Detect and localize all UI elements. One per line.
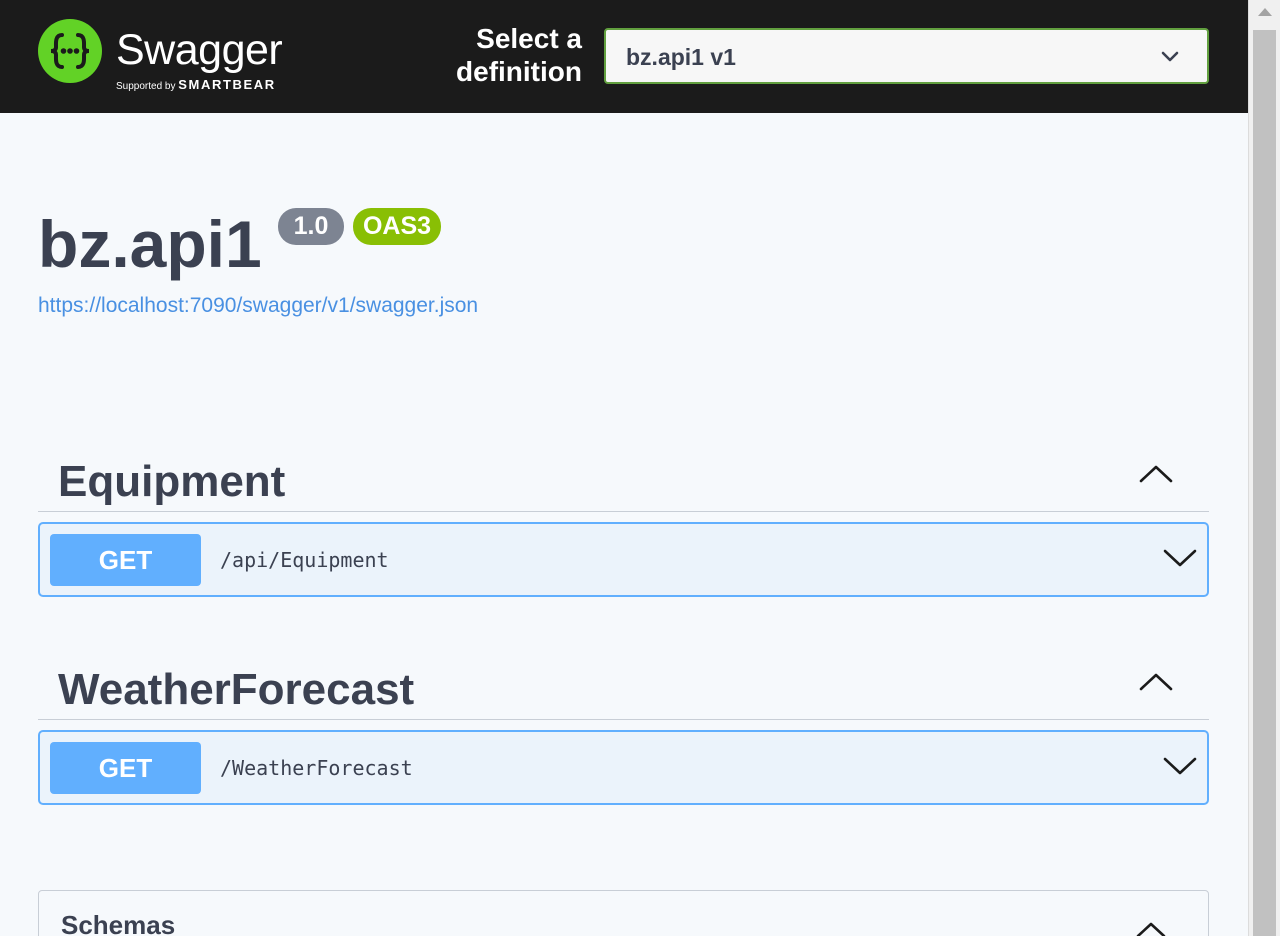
topbar: Swagger Supported by SMARTBEAR Select a … bbox=[0, 0, 1248, 113]
operation-get-api-equipment[interactable]: GET /api/Equipment bbox=[38, 522, 1209, 597]
vertical-scrollbar[interactable] bbox=[1248, 0, 1280, 936]
definition-select-value: bz.api1 v1 bbox=[626, 44, 736, 70]
supported-by-text: Supported by bbox=[116, 81, 176, 92]
operation-path: /api/Equipment bbox=[220, 548, 389, 572]
swagger-logo[interactable]: Swagger Supported by SMARTBEAR bbox=[36, 18, 316, 98]
swagger-json-link[interactable]: https://localhost:7090/swagger/v1/swagge… bbox=[38, 292, 478, 320]
tag-header-equipment[interactable]: Equipment bbox=[38, 424, 1209, 512]
chevron-down-icon[interactable] bbox=[1163, 546, 1197, 575]
method-badge-get: GET bbox=[50, 742, 201, 794]
tag-name: WeatherForecast bbox=[58, 665, 415, 714]
chevron-up-icon[interactable] bbox=[1139, 464, 1173, 489]
oas3-badge: OAS3 bbox=[353, 208, 441, 245]
scrollbar-thumb[interactable] bbox=[1253, 30, 1276, 936]
scroll-up-arrow-icon[interactable] bbox=[1258, 8, 1272, 16]
select-definition-label: Select a definition bbox=[456, 23, 582, 87]
swagger-wordmark: Swagger bbox=[116, 26, 283, 74]
swagger-ui-page: Swagger Supported by SMARTBEAR Select a … bbox=[0, 0, 1248, 936]
definition-select[interactable]: bz.api1 v1 bbox=[604, 28, 1209, 84]
chevron-up-icon[interactable] bbox=[1136, 921, 1166, 936]
schemas-section[interactable]: Schemas bbox=[38, 890, 1209, 936]
smartbear-vendor: SMARTBEAR bbox=[178, 77, 276, 92]
method-badge-get: GET bbox=[50, 534, 201, 586]
swagger-braces-icon bbox=[38, 19, 102, 83]
operation-path: /WeatherForecast bbox=[220, 756, 413, 780]
chevron-down-icon[interactable] bbox=[1163, 754, 1197, 783]
tag-name: Equipment bbox=[58, 457, 286, 506]
smartbear-tagline: Supported by SMARTBEAR bbox=[116, 78, 276, 94]
operation-get-weatherforecast[interactable]: GET /WeatherForecast bbox=[38, 730, 1209, 805]
tag-header-weatherforecast[interactable]: WeatherForecast bbox=[38, 632, 1209, 720]
chevron-up-icon[interactable] bbox=[1139, 672, 1173, 697]
version-badge: 1.0 bbox=[278, 208, 344, 245]
schemas-title: Schemas bbox=[61, 910, 176, 936]
api-title: bz.api1 bbox=[38, 207, 262, 281]
chevron-down-icon bbox=[1161, 50, 1179, 68]
